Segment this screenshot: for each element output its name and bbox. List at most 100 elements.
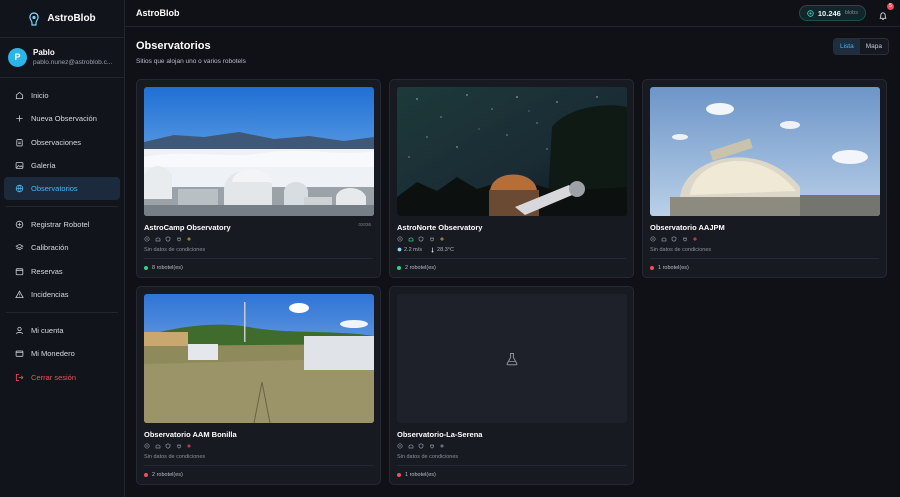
- card-divider: [397, 465, 626, 466]
- observatory-card[interactable]: Observatorio AAJPM Sin datos de condicio…: [642, 79, 887, 278]
- sidebar-item-registrar-robotel[interactable]: Registrar Robotel: [4, 213, 120, 236]
- robotel-count-text: 2 robotel(es): [405, 265, 436, 271]
- card-divider: [144, 258, 373, 259]
- plug-icon: [176, 444, 181, 449]
- user-email: pablo.nunez@astroblob.c...: [33, 58, 113, 66]
- conditions: 2.2 m/s 28.3°C: [397, 246, 626, 253]
- feature-icons: [144, 443, 373, 449]
- conditions-text: Sin datos de condiciones: [650, 246, 712, 253]
- plus-icon: [16, 115, 23, 122]
- logout-icon: [15, 373, 24, 381]
- sidebar-item-label: Observaciones: [31, 137, 82, 147]
- nav-divider: [6, 206, 118, 208]
- dome-icon: [155, 237, 160, 242]
- sidebar-item-mi-monedero[interactable]: Mi Monedero: [4, 342, 120, 365]
- topbar-title: AstroBlob: [136, 8, 180, 18]
- layers-icon: [15, 244, 24, 251]
- observatory-name: Observatorio AAJPM: [650, 223, 725, 232]
- status-dot: [397, 473, 401, 477]
- sidebar: AstroBlob P Pablo pablo.nunez@astroblob.…: [0, 0, 125, 497]
- observatory-card[interactable]: AstroCamp Observatory 02036 Sin datos de…: [136, 79, 381, 278]
- clipboard-icon: [16, 138, 23, 146]
- satellite-icon: [693, 237, 697, 241]
- plug-icon: [176, 237, 181, 242]
- conditions-text: Sin datos de condiciones: [144, 246, 206, 253]
- satellite-icon: [187, 237, 191, 241]
- sidebar-item-reservas[interactable]: Reservas: [4, 260, 120, 283]
- observatory-photo: [144, 294, 374, 423]
- coin-icon: [807, 9, 814, 17]
- sidebar-item-label: Nueva Observación: [31, 114, 97, 124]
- dome-icon: [155, 444, 160, 449]
- bell-icon: [879, 11, 887, 20]
- image-icon: [15, 162, 24, 169]
- sidebar-item-observaciones[interactable]: Observaciones: [4, 131, 120, 154]
- balance-pill[interactable]: 10.246 blobs: [798, 5, 866, 21]
- observatory-code: 02036: [358, 222, 371, 227]
- sidebar-item-label: Inicio: [31, 91, 49, 100]
- notifications-button[interactable]: 5: [878, 2, 894, 20]
- settings-icon: [397, 443, 403, 449]
- balance-value: 10.246: [817, 8, 841, 18]
- sidebar-item-incidencias[interactable]: Incidencias: [4, 283, 120, 306]
- observatory-photo: [650, 87, 880, 216]
- status-dot: [144, 473, 148, 477]
- observatory-card[interactable]: Observatorio-La-Serena Sin datos de cond…: [389, 286, 634, 485]
- home-icon: [15, 91, 24, 100]
- observatory-card[interactable]: Observatorio AAM Bonilla Sin datos de co…: [136, 286, 381, 485]
- view-list-button[interactable]: Lista: [834, 39, 860, 54]
- sidebar-item-calibracion[interactable]: Calibración: [4, 236, 120, 259]
- shield-icon: [165, 443, 171, 449]
- robotel-count: 2 robotel(es): [397, 265, 626, 271]
- sidebar-item-galeria[interactable]: Galería: [4, 154, 120, 177]
- sidebar-item-observatorios[interactable]: Observatorios: [4, 177, 120, 201]
- satellite-icon: [440, 444, 444, 448]
- view-map-button[interactable]: Mapa: [859, 39, 888, 54]
- robotel-count-text: 8 robotel(es): [152, 265, 183, 271]
- robotel-count: 2 robotel(es): [144, 472, 373, 478]
- observatory-name: Observatorio-La-Serena: [397, 430, 483, 439]
- sidebar-item-cerrar-sesion[interactable]: Cerrar sesión: [4, 366, 120, 389]
- observatory-card[interactable]: AstroNorte Observatory 2.2 m/s 28.3°C 2 …: [389, 79, 634, 278]
- satellite-icon: [440, 237, 444, 241]
- conditions-text: Sin datos de condiciones: [397, 453, 459, 460]
- plug-icon: [429, 444, 434, 449]
- conditions: Sin datos de condiciones: [144, 453, 373, 460]
- shield-icon: [671, 236, 677, 242]
- view-toggle: Lista Mapa: [833, 38, 889, 55]
- satellite-icon: [187, 444, 191, 448]
- conditions: Sin datos de condiciones: [144, 246, 373, 253]
- user-icon: [16, 326, 23, 335]
- flask-icon: [506, 352, 518, 365]
- calendar-icon: [15, 267, 24, 275]
- page-subtitle: Sitios que alojan uno o varios robotels: [136, 58, 246, 65]
- sidebar-item-label: Calibración: [31, 243, 69, 253]
- thermometer-icon: [431, 247, 434, 252]
- sidebar-item-inicio[interactable]: Inicio: [4, 84, 120, 107]
- sidebar-item-mi-cuenta[interactable]: Mi cuenta: [4, 319, 120, 342]
- feature-icons: [144, 236, 373, 242]
- notification-count-badge: 5: [887, 2, 894, 10]
- feature-icons: [397, 443, 626, 449]
- astroblob-logo-icon: [29, 11, 40, 26]
- observatory-photo: [144, 87, 374, 216]
- wind-icon: [397, 247, 402, 252]
- feature-icons: [397, 236, 626, 242]
- user-profile[interactable]: P Pablo pablo.nunez@astroblob.c...: [0, 38, 124, 78]
- dome-icon: [408, 444, 413, 449]
- observatory-photo: [397, 87, 627, 216]
- brand[interactable]: AstroBlob: [0, 0, 124, 38]
- observatory-name: AstroCamp Observatory: [144, 223, 231, 232]
- shield-icon: [165, 236, 171, 242]
- sidebar-item-label: Incidencias: [31, 290, 69, 300]
- sidebar-item-nueva-observacion[interactable]: Nueva Observación: [4, 107, 120, 130]
- brand-name: AstroBlob: [47, 13, 96, 24]
- conditions: Sin datos de condiciones: [650, 246, 879, 253]
- sidebar-item-label: Observatorios: [31, 184, 78, 194]
- robotel-count: 8 robotel(es): [144, 265, 373, 271]
- sidebar-item-label: Mi Monedero: [31, 349, 75, 359]
- status-dot: [144, 266, 148, 270]
- observatory-name: AstroNorte Observatory: [397, 223, 483, 232]
- observatory-photo-placeholder: [397, 294, 627, 423]
- conditions-text: Sin datos de condiciones: [144, 453, 206, 460]
